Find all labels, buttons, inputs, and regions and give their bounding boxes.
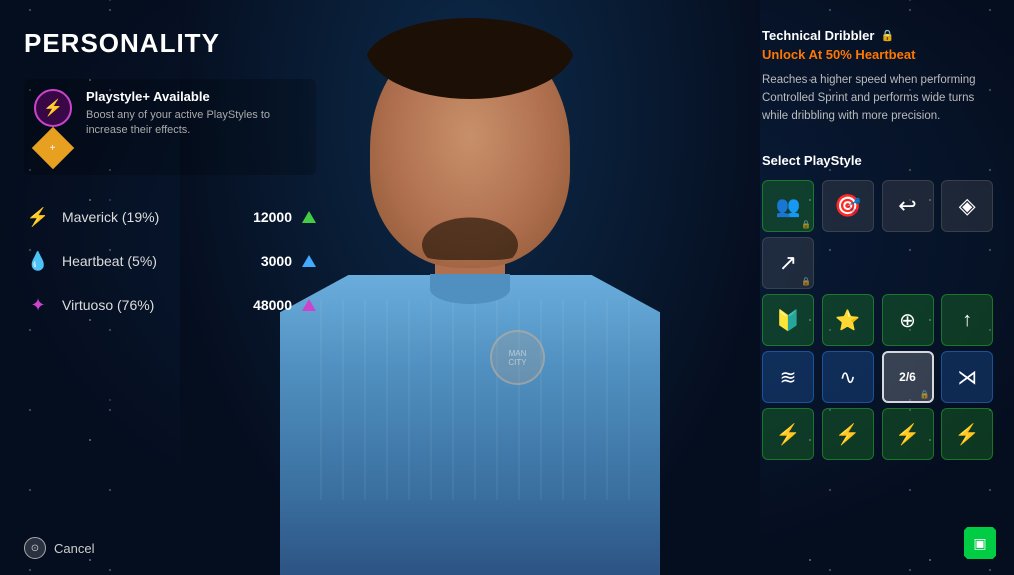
maverick-arrow [302, 211, 316, 223]
ps-grid-item-15[interactable]: 2/6 🔒 [882, 351, 934, 403]
ps-grid-item-16[interactable]: ⋊ [941, 351, 993, 403]
left-panel: Personality ⚡ + Playstyle+ Available Boo… [0, 0, 340, 575]
ps-grid-item-19[interactable]: ⚡ [882, 408, 934, 460]
ps-grid-item-11[interactable]: ⊕ [882, 294, 934, 346]
virtuoso-label: Virtuoso (76%) [62, 297, 253, 313]
ps-grid-item-9[interactable]: 🔰 [762, 294, 814, 346]
ps-grid-item-3[interactable]: ↩ [882, 180, 934, 232]
lock-icon: 🔒 [880, 29, 894, 42]
maverick-icon: ⚡ [24, 203, 52, 231]
page-title: Personality [24, 28, 316, 59]
right-panel: Technical Dribbler 🔒 Unlock At 50% Heart… [744, 0, 1014, 575]
maverick-label: Maverick (19%) [62, 209, 253, 225]
stat-heartbeat: 💧 Heartbeat (5%) 3000 [24, 247, 316, 275]
ps-grid-item-5[interactable]: ↗🔒 [762, 237, 814, 289]
heartbeat-arrow [302, 255, 316, 267]
cancel-label: Cancel [54, 541, 94, 556]
ps-grid-item-10[interactable]: ⭐ [822, 294, 874, 346]
ps-grid-item-17[interactable]: ⚡ [762, 408, 814, 460]
playstyle-icons: ⚡ + [34, 89, 72, 165]
cancel-button-icon: ⊙ [24, 537, 46, 559]
bottom-right-button[interactable]: ▣ [964, 527, 996, 559]
ps-grid-item-18[interactable]: ⚡ [822, 408, 874, 460]
cancel-bar[interactable]: ⊙ Cancel [24, 537, 94, 559]
ps-grid-item-14[interactable]: ∿ [822, 351, 874, 403]
unlock-text: Unlock At 50% Heartbeat [762, 47, 996, 62]
ps-grid-empty-3 [941, 237, 993, 289]
tech-description: Reaches a higher speed when performing C… [762, 72, 996, 125]
virtuoso-value: 48000 [253, 297, 292, 313]
tech-dribbler-title: Technical Dribbler 🔒 [762, 28, 996, 43]
ps-grid-item-20[interactable]: ⚡ [941, 408, 993, 460]
ps-grid-item-2[interactable]: 🎯 [822, 180, 874, 232]
playstyle-banner-desc: Boost any of your active PlayStyles to i… [86, 108, 306, 139]
virtuoso-arrow [302, 299, 316, 311]
jersey-badge: MANCITY [490, 330, 545, 385]
playstyle-diamond-icon: + [32, 127, 74, 169]
heartbeat-icon: 💧 [24, 247, 52, 275]
ps-grid-item-13[interactable]: ≋ [762, 351, 814, 403]
playstyle-text: Playstyle+ Available Boost any of your a… [86, 89, 306, 139]
playstyle-circle-icon: ⚡ [34, 89, 72, 127]
virtuoso-icon: ✦ [24, 291, 52, 319]
ps-grid-empty-1 [822, 237, 874, 289]
stat-maverick: ⚡ Maverick (19%) 12000 [24, 203, 316, 231]
ps-grid-item-12[interactable]: ↑ [941, 294, 993, 346]
select-playstyle-label: Select PlayStyle [762, 153, 996, 168]
stat-virtuoso: ✦ Virtuoso (76%) 48000 [24, 291, 316, 319]
heartbeat-value: 3000 [261, 253, 292, 269]
ps-grid-item-1[interactable]: 👥🔒 [762, 180, 814, 232]
playstyle-banner: ⚡ + Playstyle+ Available Boost any of yo… [24, 79, 316, 175]
playstyle-grid[interactable]: 👥🔒 🎯 ↩ ◈ ↗🔒 🔰 ⭐ ⊕ ↑ [762, 180, 996, 460]
playstyle-banner-title: Playstyle+ Available [86, 89, 306, 104]
heartbeat-label: Heartbeat (5%) [62, 253, 261, 269]
maverick-value: 12000 [253, 209, 292, 225]
ps-grid-empty-2 [882, 237, 934, 289]
ps-grid-item-4[interactable]: ◈ [941, 180, 993, 232]
